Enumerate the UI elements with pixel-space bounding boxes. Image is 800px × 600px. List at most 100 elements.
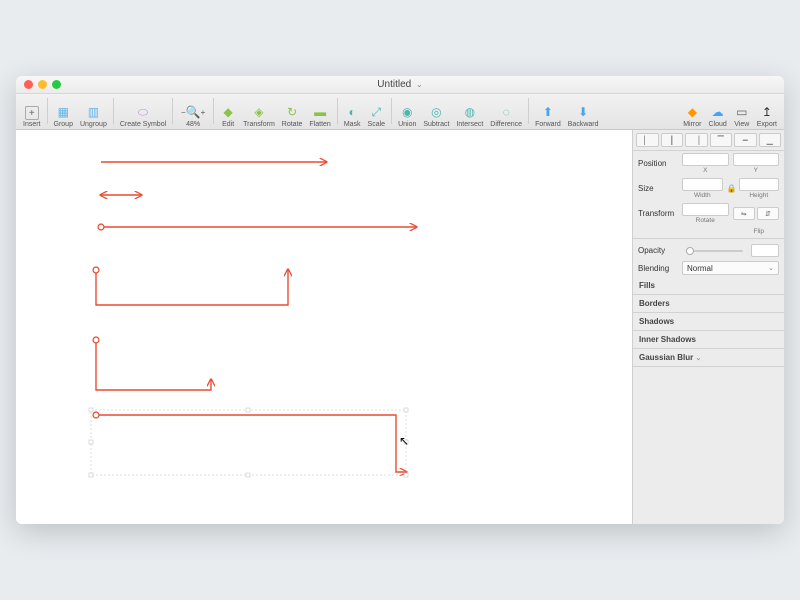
shadows-section[interactable]: Shadows xyxy=(633,313,784,331)
align-center-button[interactable]: ┃ xyxy=(661,133,684,147)
scale-button[interactable]: ⤢Scale xyxy=(365,94,389,128)
selection-handles xyxy=(89,408,408,477)
separator xyxy=(391,98,392,124)
inspector-panel: ▏ ┃ ▕ ▔ ━ ▁ Position X Y Size Width 🔒 He… xyxy=(632,130,784,524)
opacity-row: Opacity xyxy=(633,242,784,259)
union-icon: ◉ xyxy=(399,104,415,120)
export-button[interactable]: ↥Export xyxy=(754,94,780,128)
title-text: Untitled xyxy=(377,79,411,90)
align-controls: ▏ ┃ ▕ ▔ ━ ▁ xyxy=(633,130,784,151)
mirror-button[interactable]: ◆Mirror xyxy=(680,94,704,128)
position-row: Position X Y xyxy=(633,151,784,176)
ungroup-icon: ▥ xyxy=(85,104,101,120)
export-icon: ↥ xyxy=(759,104,775,120)
backward-button[interactable]: ⬇Backward xyxy=(565,94,602,128)
window-title[interactable]: Untitled ⌄ xyxy=(377,79,422,90)
union-button[interactable]: ◉Union xyxy=(395,94,419,128)
transform-icon: ◈ xyxy=(251,104,267,120)
select-chevron-icon: ⌄ xyxy=(768,264,774,272)
borders-section[interactable]: Borders xyxy=(633,295,784,313)
blending-label: Blending xyxy=(638,264,678,273)
separator xyxy=(337,98,338,124)
traffic-lights xyxy=(24,80,61,89)
scale-icon: ⤢ xyxy=(368,104,384,120)
separator xyxy=(213,98,214,124)
rotate-input[interactable] xyxy=(682,203,729,216)
forward-icon: ⬆ xyxy=(540,104,556,120)
difference-icon: ◌ xyxy=(498,104,514,120)
height-input[interactable] xyxy=(739,178,780,191)
body: ↖ ▏ ┃ ▕ ▔ ━ ▁ Position X Y Size Width 🔒 … xyxy=(16,130,784,524)
transform-label: Transform xyxy=(638,209,678,218)
gaussian-blur-section[interactable]: Gaussian Blur ⌄ xyxy=(633,349,784,367)
ungroup-button[interactable]: ▥Ungroup xyxy=(77,94,110,128)
fills-section[interactable]: Fills xyxy=(633,277,784,295)
canvas-svg xyxy=(16,130,632,524)
cloud-button[interactable]: ☁Cloud xyxy=(705,94,729,128)
intersect-icon: ◍ xyxy=(462,104,478,120)
forward-button[interactable]: ⬆Forward xyxy=(532,94,564,128)
mask-button[interactable]: ◐Mask xyxy=(341,94,364,128)
insert-button[interactable]: +Insert xyxy=(20,94,44,128)
separator xyxy=(47,98,48,124)
edit-button[interactable]: ◆Edit xyxy=(217,94,239,128)
transform-row: Transform Rotate ⇋⇵ xyxy=(633,201,784,226)
mask-icon: ◐ xyxy=(344,104,360,120)
blending-row: Blending Normal⌄ xyxy=(633,259,784,277)
view-button[interactable]: ▭View xyxy=(731,94,753,128)
group-button[interactable]: ▦Group xyxy=(51,94,76,128)
zoom-button[interactable] xyxy=(52,80,61,89)
create-symbol-button[interactable]: ⬭Create Symbol xyxy=(117,94,169,128)
plus-icon: + xyxy=(25,106,39,120)
y-input[interactable] xyxy=(733,153,780,166)
separator xyxy=(113,98,114,124)
symbol-icon: ⬭ xyxy=(135,104,151,120)
position-label: Position xyxy=(638,159,678,168)
canvas[interactable]: ↖ xyxy=(16,130,632,524)
align-middle-button[interactable]: ━ xyxy=(734,133,757,147)
backward-icon: ⬇ xyxy=(575,104,591,120)
inner-shadows-section[interactable]: Inner Shadows xyxy=(633,331,784,349)
align-bottom-button[interactable]: ▁ xyxy=(759,133,782,147)
flatten-icon: ▬ xyxy=(312,104,328,120)
subtract-icon: ◎ xyxy=(428,104,444,120)
align-left-button[interactable]: ▏ xyxy=(636,133,659,147)
minimize-button[interactable] xyxy=(38,80,47,89)
mirror-icon: ◆ xyxy=(684,104,700,120)
view-icon: ▭ xyxy=(734,104,750,120)
app-window: Untitled ⌄ +Insert ▦Group ▥Ungroup ⬭Crea… xyxy=(16,76,784,524)
intersect-button[interactable]: ◍Intersect xyxy=(453,94,486,128)
close-button[interactable] xyxy=(24,80,33,89)
subtract-button[interactable]: ◎Subtract xyxy=(420,94,452,128)
opacity-label: Opacity xyxy=(638,246,678,255)
align-right-button[interactable]: ▕ xyxy=(685,133,708,147)
separator xyxy=(172,98,173,124)
size-label: Size xyxy=(638,184,678,193)
divider xyxy=(633,238,784,239)
align-top-button[interactable]: ▔ xyxy=(710,133,733,147)
toolbar: +Insert ▦Group ▥Ungroup ⬭Create Symbol −… xyxy=(16,94,784,130)
zoom-control[interactable]: − 🔍 +48% xyxy=(176,94,210,128)
flip-h-button[interactable]: ⇋ xyxy=(733,207,755,220)
magnify-icon: − 🔍 + xyxy=(179,104,207,120)
opacity-input[interactable] xyxy=(751,244,779,257)
blending-select[interactable]: Normal⌄ xyxy=(682,261,779,275)
group-icon: ▦ xyxy=(55,104,71,120)
x-input[interactable] xyxy=(682,153,729,166)
flip-v-button[interactable]: ⇵ xyxy=(757,207,779,220)
separator xyxy=(528,98,529,124)
edit-icon: ◆ xyxy=(220,104,236,120)
chevron-icon: ⌄ xyxy=(695,355,701,362)
cloud-icon: ☁ xyxy=(710,104,726,120)
rotate-icon: ↻ xyxy=(284,104,300,120)
flatten-button[interactable]: ▬Flatten xyxy=(306,94,333,128)
rotate-button[interactable]: ↻Rotate xyxy=(279,94,306,128)
titlebar: Untitled ⌄ xyxy=(16,76,784,94)
lock-icon[interactable]: 🔒 xyxy=(727,184,735,193)
chevron-down-icon: ⌄ xyxy=(416,80,423,89)
opacity-slider[interactable] xyxy=(686,250,743,252)
difference-button[interactable]: ◌Difference xyxy=(487,94,525,128)
size-row: Size Width 🔒 Height xyxy=(633,176,784,201)
width-input[interactable] xyxy=(682,178,723,191)
transform-button[interactable]: ◈Transform xyxy=(240,94,278,128)
